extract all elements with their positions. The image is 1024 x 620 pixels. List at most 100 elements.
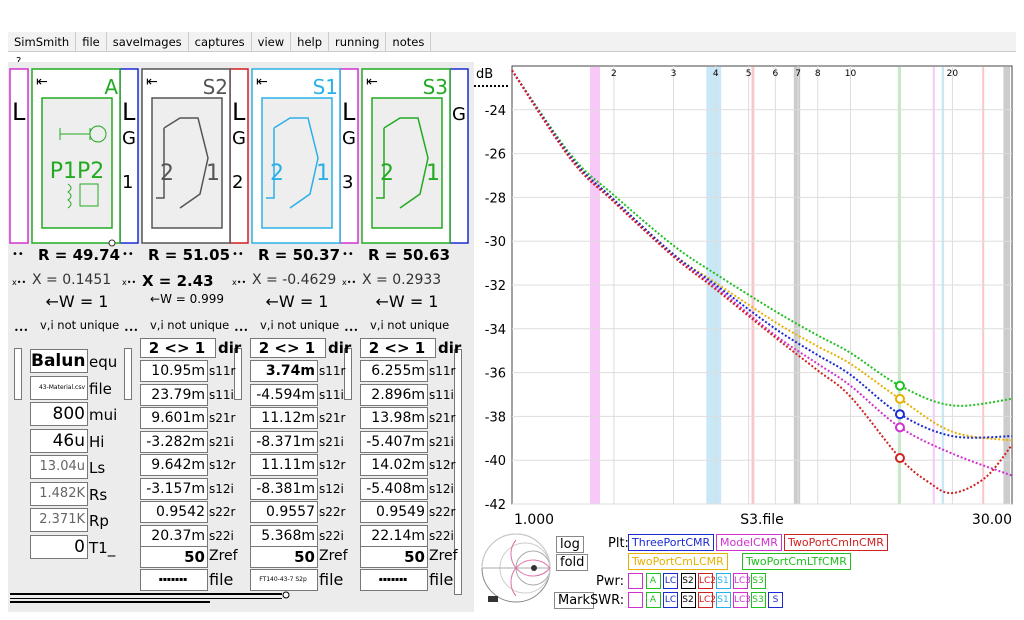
swr-toggle[interactable]: LC3 xyxy=(733,592,751,608)
zref-field[interactable]: 50 xyxy=(360,546,428,568)
line-glyph: L xyxy=(12,98,26,126)
sparam-s21r-field[interactable]: 11.12m xyxy=(250,407,318,429)
sparam-s11i-field[interactable]: 23.79m xyxy=(140,383,208,406)
port-2-label: 2 xyxy=(380,161,394,186)
sparam-s21i-field[interactable]: -5.407m xyxy=(360,430,428,453)
legend-threeportcmr[interactable]: ThreePortCMR xyxy=(628,534,715,551)
sparam-s22r-field[interactable]: 0.9557 xyxy=(250,501,318,523)
sparam-s22i-label: s22i xyxy=(319,528,344,543)
legend-twoportcmltfcmr[interactable]: TwoPortCmLTfCMR xyxy=(742,553,851,570)
sparam-s12i-field[interactable]: -8.381m xyxy=(250,477,318,500)
swr-toggle[interactable]: S2 xyxy=(680,592,696,608)
balun-Hi-field[interactable]: 46u xyxy=(30,428,88,453)
y-tick-label: -40 xyxy=(485,454,506,469)
direction-field[interactable]: 2 <> 1 xyxy=(250,338,326,358)
sparam-s22i-field[interactable]: 5.368m xyxy=(250,524,318,547)
sparam-s12r-field[interactable]: 9.642m xyxy=(140,454,208,476)
x-tick-max: 30.00 xyxy=(972,512,1012,528)
fold-toggle-button[interactable]: fold xyxy=(556,554,589,571)
sparam-s12r-field[interactable]: 11.11m xyxy=(250,454,318,476)
swr-toggle[interactable]: A xyxy=(645,592,661,608)
power-toggle[interactable]: S2 xyxy=(680,573,696,589)
power-toggle[interactable]: A xyxy=(645,573,661,589)
response-chart[interactable]: -24 -26 -28 -30 -32 -34 -36 -38 -40 -42 2 3 4 5 6 7 8 10 2… xyxy=(470,62,1024,532)
reactance-value: X = 0.2933 xyxy=(362,272,442,288)
swr-toggle[interactable]: LC2 xyxy=(698,592,716,608)
swr-toggle[interactable]: S3 xyxy=(750,592,766,608)
power-toggle[interactable]: LC xyxy=(663,573,678,589)
log-toggle-button[interactable]: log xyxy=(556,536,584,553)
swr-toggle[interactable]: LC xyxy=(663,592,678,608)
sparam-s21i-field[interactable]: -8.371m xyxy=(250,430,318,453)
series-marker-4 xyxy=(894,453,905,464)
menu-help[interactable]: help xyxy=(291,32,330,52)
sparam-s22r-field[interactable]: 0.9549 xyxy=(360,501,428,523)
mark-button[interactable]: Mark xyxy=(554,592,595,609)
swr-toggle[interactable]: S1 xyxy=(715,592,731,608)
balun-mui-field[interactable]: 800 xyxy=(30,402,88,426)
power-toggle[interactable]: LC3 xyxy=(733,573,751,589)
swr-toggle[interactable]: S xyxy=(768,592,783,608)
sparam-s11r-field[interactable]: 3.74m xyxy=(250,360,318,382)
power-toggle[interactable]: S1 xyxy=(715,573,731,589)
sparam-s21r-field[interactable]: 13.98m xyxy=(360,407,428,429)
legend-twoportcmincmr[interactable]: TwoPortCmInCMR xyxy=(784,534,888,551)
menu-view[interactable]: view xyxy=(252,32,292,52)
balun-Rs-label: Rs xyxy=(89,485,108,504)
balun-Ls-field[interactable]: 13.04u xyxy=(30,455,88,479)
power-label: Pwr: xyxy=(596,574,624,589)
y-axis-label: dB xyxy=(476,67,493,82)
sparam-s21i-field[interactable]: -3.282m xyxy=(140,430,208,453)
sparam-s12i-field[interactable]: -3.157m xyxy=(140,477,208,500)
zref-field[interactable]: 50 xyxy=(250,546,318,568)
swr-toggle[interactable] xyxy=(628,592,643,608)
balun-Rp-field[interactable]: 2.371K xyxy=(30,508,88,532)
menu-running[interactable]: running xyxy=(329,32,387,52)
file-label: file xyxy=(209,570,234,589)
sparam-s11r-field[interactable]: 10.95m xyxy=(140,360,208,382)
direction-field[interactable]: 2 <> 1 xyxy=(360,338,436,358)
block-s2[interactable]: ⇤ S2 2 1 xyxy=(141,68,231,244)
sparam-s12r-field[interactable]: 14.02m xyxy=(360,454,428,476)
balun-file-field[interactable]: 43-Material.csv xyxy=(30,375,88,400)
zref-field[interactable]: 50 xyxy=(140,546,208,568)
block-s3[interactable]: ⇤ S3 2 1 xyxy=(361,68,451,244)
plot-label: Plt: xyxy=(608,536,629,551)
balun-equ-field[interactable]: Balun xyxy=(30,349,88,373)
file-field[interactable]: FT140-43-7 S2p xyxy=(250,569,318,591)
sparam-s22r-field[interactable]: 0.9542 xyxy=(140,501,208,523)
direction-field[interactable]: 2 <> 1 xyxy=(140,338,216,358)
circuit-panel: ⇤ A P1P2 ⇤ S2 2 1 ⇤ S1 2 1 ⇤ S3 2 1 L L L L G G G G 1 2 3 •• R = 4… xyxy=(8,62,474,612)
sparam-s22i-field[interactable]: 20.37m xyxy=(140,524,208,547)
menu-captures[interactable]: captures xyxy=(189,32,252,52)
sparam-s11r-label: s11r xyxy=(319,364,346,378)
balun-Rs-field[interactable]: 1.482K xyxy=(30,481,88,506)
file-field[interactable]: ▪▪▪▪▪▪▪ xyxy=(140,569,208,591)
vi-note: v,i not unique xyxy=(150,318,230,332)
power-toggle[interactable] xyxy=(628,573,643,589)
power-toggle[interactable]: LC2 xyxy=(698,573,716,589)
balun-T1_-field[interactable]: 0 xyxy=(30,534,88,559)
reactance-value: X = -0.4629 xyxy=(252,272,337,288)
legend-modelcmr[interactable]: ModelCMR xyxy=(716,534,782,551)
menu-file[interactable]: file xyxy=(76,32,107,52)
power-toggle[interactable]: S3 xyxy=(750,573,766,589)
line-glyph: L xyxy=(342,98,356,126)
sparam-s12i-field[interactable]: -5.408m xyxy=(360,477,428,500)
sparam-s11i-field[interactable]: 2.896m xyxy=(360,383,428,406)
block-a[interactable]: ⇤ A P1P2 xyxy=(31,68,121,247)
legend-twoportcmlcmr[interactable]: TwoPortCmLCMR xyxy=(628,553,728,570)
side-scrollbar[interactable] xyxy=(124,348,132,400)
smith-chart-thumbnail[interactable] xyxy=(476,530,556,610)
sparam-s11i-field[interactable]: -4.594m xyxy=(250,383,318,406)
menu-notes[interactable]: notes xyxy=(386,32,432,52)
side-scrollbar[interactable] xyxy=(14,348,22,400)
menu-simsmith[interactable]: SimSmith xyxy=(8,32,77,52)
sparam-s11r-field[interactable]: 6.255m xyxy=(360,360,428,382)
file-field[interactable]: ▪▪▪▪▪▪▪ xyxy=(360,569,428,591)
balun-equ-label: equ xyxy=(89,353,118,371)
sparam-s21r-field[interactable]: 9.601m xyxy=(140,407,208,429)
sparam-s22i-field[interactable]: 22.14m xyxy=(360,524,428,547)
block-s1[interactable]: ⇤ S1 2 1 xyxy=(251,68,341,244)
menu-saveimages[interactable]: saveImages xyxy=(107,32,189,52)
